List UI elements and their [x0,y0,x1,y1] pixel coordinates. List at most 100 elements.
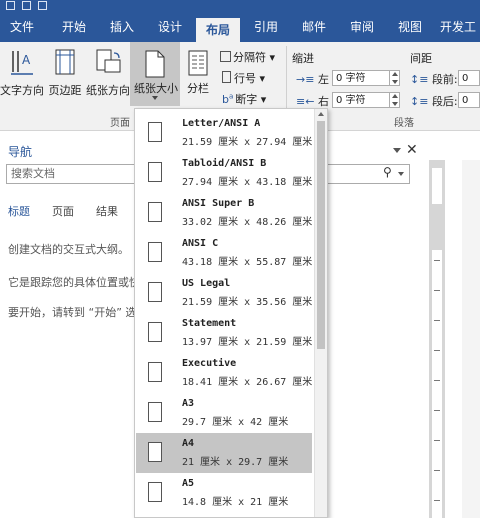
ruler-tick [434,380,440,381]
quick-access-toolbar [0,0,480,12]
paper-size-dimensions: 29.7 厘米 x 42 厘米 [182,417,289,428]
hyphenation-button[interactable]: ba 断字 ▾ [222,91,266,107]
paper-size-item[interactable]: A3 29.7 厘米 x 42 厘米 [136,393,312,433]
tab-design[interactable]: 设计 [148,12,192,42]
paper-size-item[interactable]: Tabloid/ANSI B 27.94 厘米 x 43.18 厘米 [136,153,312,193]
ruler-tick [434,290,440,291]
indent-right-label: ≡← 右 [296,95,329,108]
scroll-up-icon[interactable] [318,112,324,116]
spacing-after-label: ↕≡ 段后: [410,95,458,108]
indent-label: 缩进 [292,52,314,65]
nav-title: 导航 [8,145,33,159]
paper-size-dimensions: 33.02 厘米 x 48.26 厘米 [182,217,313,228]
dropdown-scrollbar[interactable] [314,109,327,517]
page-setup-group-label: 页面 [110,118,130,129]
tab-review[interactable]: 审阅 [340,12,384,42]
spacing-label: 间距 [410,52,432,65]
paper-size-name: A5 [182,478,195,489]
tab-view[interactable]: 视图 [388,12,432,42]
tab-home[interactable]: 开始 [52,12,96,42]
paper-size-dimensions: 18.41 厘米 x 26.67 厘米 [182,377,313,388]
breaks-label: 分隔符 [233,51,266,64]
breaks-button[interactable]: 分隔符 ▾ [220,49,275,65]
paper-size-name: ANSI Super B [182,198,255,209]
paper-size-dimensions: 21.59 厘米 x 35.56 厘米 [182,297,313,308]
save-icon[interactable] [6,1,15,10]
paper-size-name: ANSI C [182,238,219,249]
paper-size-dropdown: Letter/ANSI A 21.59 厘米 x 27.94 厘米 Tabloid/… [134,108,328,518]
columns-icon [188,50,208,76]
nav-hint-line: 创建文档的交互式大纲。 [8,243,129,256]
undo-icon[interactable] [22,1,31,10]
paper-size-icon [145,50,165,78]
tab-developer[interactable]: 开发工 [436,12,480,42]
nav-hint-line: 它是跟踪您的具体位置或快 [8,276,140,289]
nav-tab-pages[interactable]: 页面 [52,203,74,219]
paper-page-icon [148,282,162,302]
ruler-tick [434,440,440,441]
margins-button[interactable]: 页边距 [44,48,86,98]
tab-file[interactable]: 文件 [0,12,44,42]
paper-page-icon [148,202,162,222]
text-direction-label: 文字方向 [0,84,44,97]
ruler-tick [434,260,440,261]
line-numbers-icon [222,71,231,83]
nav-tab-results[interactable]: 结果 [96,203,118,219]
line-numbers-button[interactable]: 行号 ▾ [222,70,265,86]
paper-size-dimensions: 21.59 厘米 x 27.94 厘米 [182,137,313,148]
scroll-thumb[interactable] [317,121,325,349]
paper-size-name: Letter/ANSI A [182,118,261,129]
paper-size-item[interactable]: ANSI C 43.18 厘米 x 55.87 厘米 [136,233,312,273]
tab-references[interactable]: 引用 [244,12,288,42]
paper-size-dimensions: 43.18 厘米 x 55.87 厘米 [182,257,313,268]
paper-size-item[interactable]: Executive 18.41 厘米 x 26.67 厘米 [136,353,312,393]
search-icon[interactable]: ⚲ [383,165,392,179]
ruler-tick [434,350,440,351]
columns-button[interactable]: 分栏 [184,50,212,96]
tab-layout[interactable]: 布局 [196,18,240,42]
ruler-tick [434,470,440,471]
tab-insert[interactable]: 插入 [100,12,144,42]
nav-tab-headings[interactable]: 标题 [8,203,30,219]
paper-size-item[interactable]: ANSI Super B 33.02 厘米 x 48.26 厘米 [136,193,312,233]
spacing-before-label: ↕≡ 段前: [410,73,458,86]
search-options-icon[interactable] [398,172,404,176]
indent-left-input[interactable]: 0 字符 [332,70,400,86]
indent-right-icon: ≡← [296,95,315,108]
hyphenation-label: 断字 [235,93,258,106]
paper-page-icon [148,442,162,462]
indent-left-spinner[interactable] [389,70,399,86]
menu-bar: 文件 开始 插入 设计 布局 引用 邮件 审阅 视图 开发工 [0,12,480,42]
line-numbers-label: 行号 [234,72,256,85]
tab-mailings[interactable]: 邮件 [292,12,336,42]
indent-right-input[interactable]: 0 字符 [332,92,400,108]
nav-options-icon[interactable] [393,148,401,153]
paper-size-item[interactable]: A4 21 厘米 x 29.7 厘米 [136,433,312,473]
document-scrollbar[interactable] [462,160,480,518]
paper-page-icon [148,402,162,422]
text-direction-button[interactable]: A 文字方向 [0,48,44,98]
paper-size-item[interactable]: Letter/ANSI A 21.59 厘米 x 27.94 厘米 [136,113,312,153]
paper-size-name: A4 [182,438,195,449]
indent-right-spinner[interactable] [389,92,399,108]
indent-left-label: →≡ 左 [296,73,329,86]
paper-size-item[interactable]: US Legal 21.59 厘米 x 35.56 厘米 [136,273,312,313]
paper-size-name: Executive [182,358,237,369]
vertical-ruler [429,160,445,518]
paper-size-item[interactable]: A5 14.8 厘米 x 21 厘米 [136,473,312,513]
paper-page-icon [148,482,162,502]
paper-page-icon [148,322,162,342]
spacing-before-input[interactable]: 0 [458,70,480,86]
svg-text:A: A [22,53,31,67]
paper-size-name: Statement [182,318,237,329]
paper-size-dimensions: 27.94 厘米 x 43.18 厘米 [182,177,313,188]
paper-size-item[interactable]: Statement 13.97 厘米 x 21.59 厘米 [136,313,312,353]
spacing-after-input[interactable]: 0 [458,92,480,108]
orientation-button[interactable]: 纸张方向 [86,48,130,98]
redo-icon[interactable] [38,1,47,10]
columns-label: 分栏 [187,82,209,95]
paper-size-button[interactable]: 纸张大小 [130,42,180,106]
close-icon[interactable]: ✕ [406,142,418,158]
nav-hint-line: 要开始，请转到 “开始” 选 [8,306,137,319]
indent-left-icon: →≡ [296,73,315,86]
